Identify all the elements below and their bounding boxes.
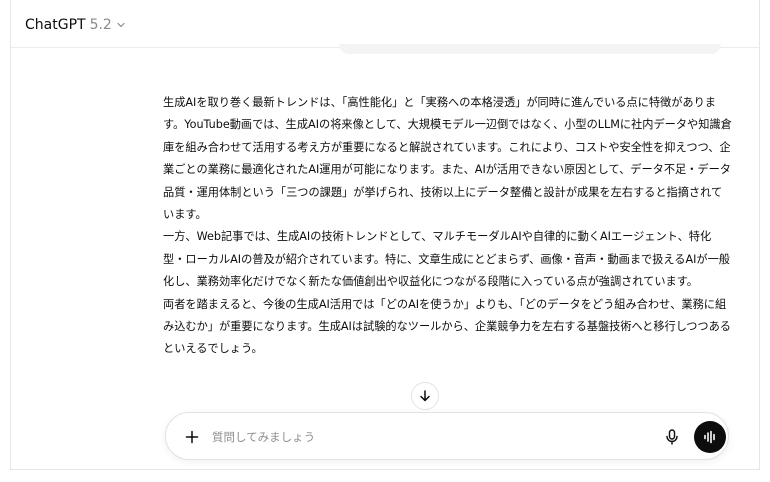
arrow-down-icon xyxy=(420,390,430,402)
prompt-input[interactable] xyxy=(212,425,632,449)
message-paragraph-1: 生成AIを取り巻く最新トレンドは、「高性能化」と「実務への本格浸透」が同時に進ん… xyxy=(163,96,732,222)
microphone-icon xyxy=(666,429,678,445)
chat-header: ChatGPT 5.2 xyxy=(11,0,759,48)
message-paragraph-2: 一方、Web記事では、生成AIの技術トレンドとして、マルチモーダルAIや自律的に… xyxy=(163,230,730,289)
model-version: 5.2 xyxy=(89,17,112,33)
previous-user-message-bubble xyxy=(339,44,721,54)
plus-icon xyxy=(185,430,199,444)
model-name: ChatGPT xyxy=(25,17,86,33)
assistant-message: 生成AIを取り巻く最新トレンドは、「高性能化」と「実務への本格浸透」が同時に進ん… xyxy=(163,92,733,361)
add-attachment-button[interactable] xyxy=(182,427,202,447)
chat-window: ChatGPT 5.2 生成AIを取り巻く最新トレンドは、「高性能化」と「実務へ… xyxy=(10,0,760,470)
voice-mode-button[interactable] xyxy=(694,421,726,453)
scroll-to-bottom-button[interactable] xyxy=(411,382,439,410)
message-paragraph-3: 両者を踏まえると、今後の生成AI活用では「どのAIを使うか」よりも、「どのデータ… xyxy=(163,297,731,356)
voice-waveform-icon xyxy=(704,430,715,444)
chevron-down-icon xyxy=(117,22,125,28)
dictate-button[interactable] xyxy=(662,427,682,447)
model-switcher[interactable]: ChatGPT 5.2 xyxy=(25,14,126,36)
composer xyxy=(165,412,729,460)
